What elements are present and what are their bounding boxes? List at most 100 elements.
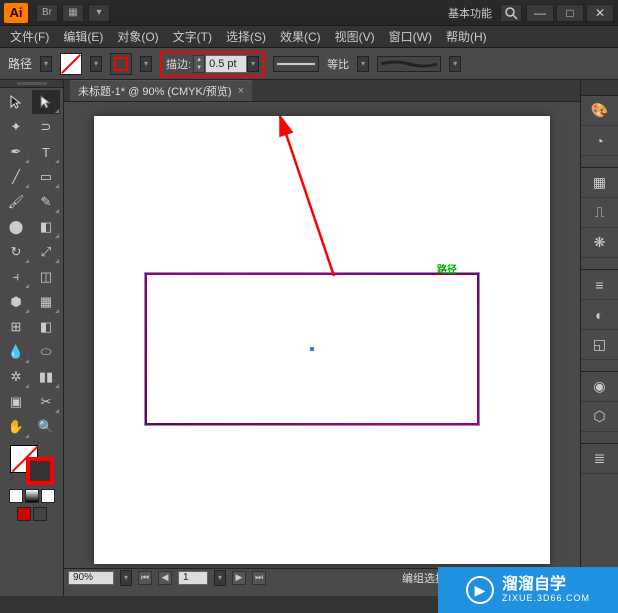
menu-edit[interactable]: 编辑(E) [57,26,109,47]
search-icon[interactable] [500,4,522,22]
blob-brush-tool[interactable]: ⬤ [2,215,30,239]
brushes-panel-icon[interactable]: ⎍ [581,198,618,228]
menu-select[interactable]: 选择(S) [220,26,272,47]
color-controls [0,441,63,525]
color-mode-gradient[interactable] [25,489,39,503]
brush-definition[interactable] [377,56,441,72]
selection-type-label: 路径 [8,55,32,72]
appearance-panel-icon[interactable]: ◉ [581,372,618,402]
maximize-button[interactable]: □ [556,4,584,22]
menu-view[interactable]: 视图(V) [329,26,381,47]
stroke-indicator[interactable] [26,457,54,485]
document-tab[interactable]: 未标题-1* @ 90% (CMYK/预览) × [70,80,252,101]
artboard-tool[interactable]: ▣ [2,390,30,414]
column-graph-tool[interactable]: ▮▮ [32,365,60,389]
paintbrush-tool[interactable]: 🖌 [2,190,30,214]
artboard-dropdown[interactable]: ▾ [214,570,226,586]
free-transform-tool[interactable]: ◫ [32,265,60,289]
variable-width-profile[interactable] [273,56,319,72]
perspective-grid-tool[interactable]: ▦ [32,290,60,314]
menu-object[interactable]: 对象(O) [111,26,164,47]
direct-selection-tool[interactable] [32,90,60,114]
pen-tool[interactable]: ✒ [2,140,30,164]
swatches-panel-icon[interactable]: ▦ [581,168,618,198]
document-area: 未标题-1* @ 90% (CMYK/预览) × 路径 [64,80,580,596]
fill-stroke-indicator[interactable] [10,445,54,485]
shape-builder-tool[interactable]: ⬢ [2,290,30,314]
gradient-panel-icon[interactable]: ◐ [581,300,618,330]
menu-file[interactable]: 文件(F) [4,26,55,47]
slice-tool[interactable]: ✂ [32,390,60,414]
close-button[interactable]: ✕ [586,4,614,22]
screen-mode-full[interactable] [33,507,47,521]
selection-tool[interactable] [2,90,30,114]
stroke-swatch[interactable] [110,53,132,75]
color-mode-none[interactable] [41,489,55,503]
color-panel-icon[interactable]: 🎨 [581,96,618,126]
line-tool[interactable]: ╱ [2,165,30,189]
tools-grip[interactable] [0,80,63,88]
blend-tool[interactable]: ⬭ [32,340,60,364]
magic-wand-tool[interactable]: ✦ [2,115,30,139]
stroke-weight-input[interactable]: 0.5 pt [205,55,247,73]
artboard-next-icon[interactable]: ▶ [232,571,246,585]
stroke-weight-dropdown[interactable]: ▾ [247,56,259,72]
arrange-docs-button[interactable]: ▦ [62,4,84,22]
document-tab-title: 未标题-1* @ 90% (CMYK/预览) [78,83,232,99]
watermark: ▶ 溜溜自学 ZIXUE.3D66.COM [438,567,618,613]
zoom-tool[interactable]: 🔍 [32,415,60,439]
fill-dropdown[interactable]: ▾ [90,56,102,72]
type-tool[interactable]: T [32,140,60,164]
artboard-number-input[interactable]: 1 [178,571,208,585]
screen-mode-normal[interactable] [17,507,31,521]
watermark-play-icon: ▶ [466,576,494,604]
color-mode-solid[interactable] [9,489,23,503]
selection-type-dropdown[interactable]: ▾ [40,56,52,72]
transparency-panel-icon[interactable]: ◱ [581,330,618,360]
workspace-switcher[interactable]: 基本功能 [448,5,492,21]
bridge-button[interactable]: Br [36,4,58,22]
zoom-level-input[interactable]: 90% [68,571,114,585]
stroke-weight-group-highlighted: 描边: ▲▼ 0.5 pt ▾ [160,51,265,77]
rectangle-tool[interactable]: ▭ [32,165,60,189]
stroke-weight-stepper[interactable]: ▲▼ [193,55,205,73]
width-tool[interactable]: ⫞ [2,265,30,289]
stroke-dropdown[interactable]: ▾ [140,56,152,72]
menu-text[interactable]: 文字(T) [167,26,218,47]
artboard-first-icon[interactable]: ⏮ [138,571,152,585]
brush-dropdown[interactable]: ▾ [449,56,461,72]
artboard-prev-icon[interactable]: ◀ [158,571,172,585]
eyedropper-tool[interactable]: 💧 [2,340,30,364]
layers-panel-icon[interactable]: ≣ [581,444,618,474]
menu-help[interactable]: 帮助(H) [440,26,493,47]
minimize-button[interactable]: — [526,4,554,22]
symbols-panel-icon[interactable]: ❋ [581,228,618,258]
document-tab-close-icon[interactable]: × [238,85,244,97]
artboard-last-icon[interactable]: ⏭ [252,571,266,585]
menu-effect[interactable]: 效果(C) [274,26,327,47]
gradient-tool[interactable]: ◧ [32,315,60,339]
zoom-dropdown[interactable]: ▾ [120,570,132,586]
title-dropdown[interactable]: ▾ [88,4,110,22]
panel-grip[interactable] [581,80,618,96]
rotate-tool[interactable]: ↻ [2,240,30,264]
eraser-tool[interactable]: ◧ [32,215,60,239]
graphic-styles-panel-icon[interactable]: ⬡ [581,402,618,432]
hand-tool[interactable]: ✋ [2,415,30,439]
canvas[interactable]: 路径 [64,102,580,596]
menu-bar: 文件(F) 编辑(E) 对象(O) 文字(T) 选择(S) 效果(C) 视图(V… [0,26,618,48]
scale-tool[interactable]: ⤢ [32,240,60,264]
selected-rectangle-path[interactable]: 路径 [144,272,480,426]
fill-swatch[interactable] [60,53,82,75]
app-logo: Ai [4,3,28,23]
lasso-tool[interactable]: ⊃ [32,115,60,139]
stroke-weight-label[interactable]: 描边: [166,56,191,72]
mesh-tool[interactable]: ⊞ [2,315,30,339]
right-panel-dock: 🎨 ◔ ▦ ⎍ ❋ ≡ ◐ ◱ ◉ ⬡ ≣ [580,80,618,596]
pencil-tool[interactable]: ✎ [32,190,60,214]
symbol-sprayer-tool[interactable]: ✲ [2,365,30,389]
stroke-panel-icon[interactable]: ≡ [581,270,618,300]
profile-dropdown[interactable]: ▾ [357,56,369,72]
menu-window[interactable]: 窗口(W) [383,26,438,47]
color-guide-panel-icon[interactable]: ◔ [581,126,618,156]
